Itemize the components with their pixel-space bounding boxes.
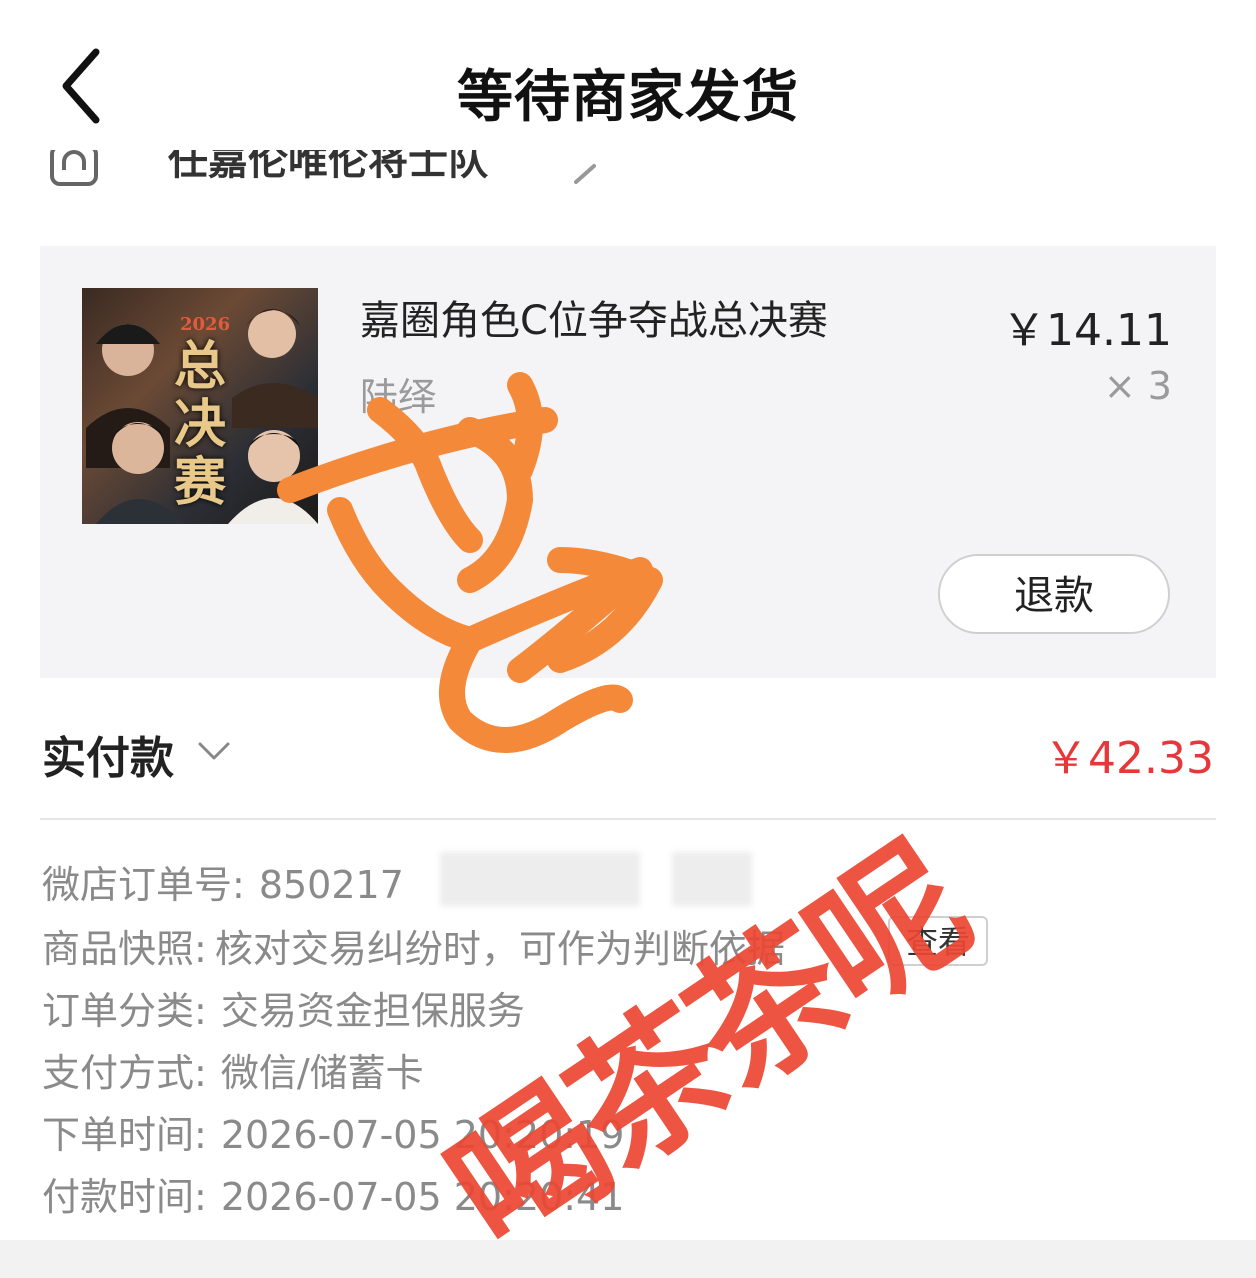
quantity: × 3 — [1103, 364, 1172, 408]
category-row: 订单分类: 交易资金担保服务 — [42, 980, 525, 1035]
product-thumbnail[interactable]: 2026 总决赛 — [82, 288, 318, 524]
order-number-value: 850217 — [258, 863, 404, 907]
pay-method-row: 支付方式: 微信/储蓄卡 — [42, 1042, 424, 1097]
thumbnail-title: 总决赛 — [173, 336, 226, 513]
category-label: 订单分类: — [42, 989, 207, 1033]
order-time-row: 下单时间: 2026-07-05 20:20:19 — [42, 1104, 624, 1159]
order-number-row: 微店订单号: 850217 — [42, 854, 404, 909]
snapshot-value: 核对交易纠纷时，可作为判断依据 — [214, 927, 785, 971]
header-bar: 等待商家发货 — [0, 0, 1256, 150]
snapshot-row: 商品快照: 核对交易纠纷时，可作为判断依据 — [42, 918, 785, 973]
paid-amount: ￥42.33 — [1044, 733, 1214, 784]
redaction-blur — [440, 852, 640, 906]
redaction-blur — [672, 852, 752, 906]
shop-name: 任嘉伦唯伦将士队 — [168, 150, 488, 184]
divider — [40, 818, 1216, 820]
bottom-bar — [0, 1240, 1256, 1278]
unit-price: ￥14.11 — [1002, 305, 1172, 356]
shop-row[interactable]: 任嘉伦唯伦将士队 — [0, 150, 1256, 200]
chevron-down-icon[interactable] — [196, 732, 232, 768]
product-title[interactable]: 嘉圈角色C位争夺战总决赛 — [360, 288, 828, 346]
product-variant: 陆绎 — [360, 375, 437, 419]
snapshot-label: 商品快照: — [42, 927, 207, 971]
order-number-label: 微店订单号: — [42, 863, 245, 907]
paid-label[interactable]: 实付款 — [42, 722, 174, 786]
order-time-label: 下单时间: — [42, 1113, 207, 1157]
refund-button[interactable]: 退款 — [938, 554, 1170, 634]
pay-method-label: 支付方式: — [42, 1051, 207, 1095]
category-value: 交易资金担保服务 — [220, 989, 525, 1033]
chevron-right-icon — [574, 164, 596, 184]
pay-time-row: 付款时间: 2026-07-05 20:20:41 — [42, 1166, 624, 1221]
pay-time-value: 2026-07-05 20:20:41 — [220, 1175, 625, 1219]
view-snapshot-button[interactable]: 查看 — [888, 916, 988, 966]
order-time-value: 2026-07-05 20:20:19 — [220, 1113, 625, 1157]
pay-time-label: 付款时间: — [42, 1175, 207, 1219]
page-title: 等待商家发货 — [457, 65, 799, 130]
thumbnail-year: 2026 — [180, 314, 231, 335]
product-card[interactable]: 2026 总决赛 嘉圈角色C位争夺战总决赛 陆绎 ￥14.11 × 3 退款 — [40, 246, 1216, 678]
pay-method-value: 微信/储蓄卡 — [220, 1051, 424, 1095]
shop-icon — [50, 150, 98, 186]
